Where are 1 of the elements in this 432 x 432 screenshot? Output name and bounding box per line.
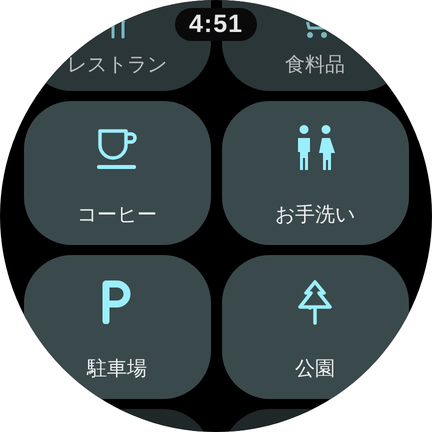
time-overlay: 4:51 bbox=[174, 8, 258, 41]
